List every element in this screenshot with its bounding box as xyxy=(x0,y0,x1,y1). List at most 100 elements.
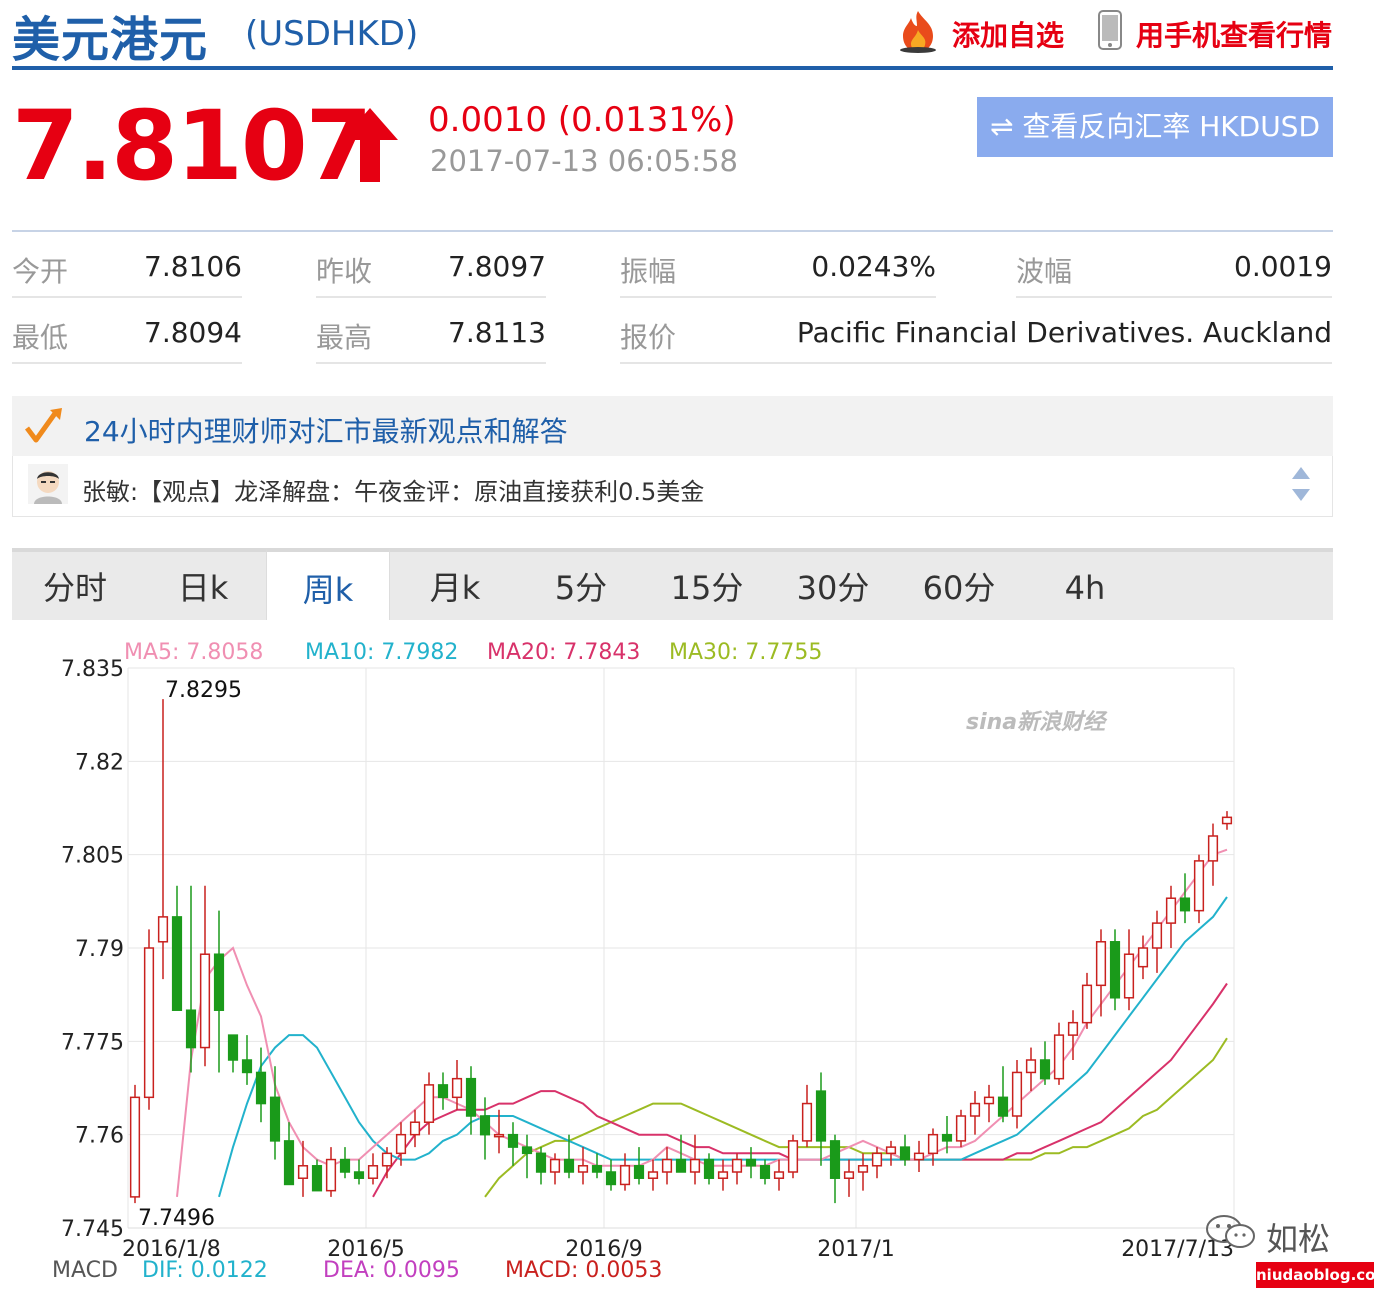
candle-up xyxy=(409,1121,421,1136)
candle-up xyxy=(927,1133,939,1155)
y-tick-label: 7.745 xyxy=(61,1217,124,1242)
candle-down xyxy=(997,1096,1009,1117)
max-annotation: 7.8295 xyxy=(165,678,242,703)
candle-up xyxy=(1137,947,1149,968)
candle-up xyxy=(1081,984,1093,1024)
candle-down xyxy=(815,1090,827,1142)
candle-up xyxy=(871,1152,883,1167)
candle-up xyxy=(619,1165,631,1186)
candle-up xyxy=(1221,816,1233,825)
y-tick-label: 7.835 xyxy=(61,657,124,682)
min-annotation: 7.7496 xyxy=(138,1206,215,1231)
y-tick-label: 7.775 xyxy=(61,1030,124,1055)
candle-down xyxy=(535,1152,547,1173)
candle-down xyxy=(465,1077,477,1117)
candle-up xyxy=(1123,953,1135,999)
candle-down xyxy=(437,1084,449,1099)
candle-up xyxy=(199,953,211,1049)
x-tick-label: 2017/1 xyxy=(817,1237,894,1262)
candle-down xyxy=(227,1034,239,1061)
candle-up xyxy=(689,1158,701,1173)
macd-value-legend: MACD: 0.0053 xyxy=(505,1258,663,1283)
candle-up xyxy=(885,1146,897,1155)
y-tick-label: 7.82 xyxy=(75,750,124,775)
candle-down xyxy=(633,1165,645,1179)
candle-up xyxy=(367,1165,379,1179)
candle-down xyxy=(759,1165,771,1179)
candle-down xyxy=(171,916,183,1011)
y-tick-label: 7.76 xyxy=(75,1124,124,1149)
candle-up xyxy=(731,1158,743,1173)
candle-up xyxy=(1151,922,1163,949)
candle-up xyxy=(843,1171,855,1179)
candle-up xyxy=(1207,835,1219,862)
macd-label: MACD xyxy=(52,1258,118,1283)
dif-legend: DIF: 0.0122 xyxy=(142,1258,268,1283)
candle-up xyxy=(325,1158,337,1192)
candle-up xyxy=(1067,1021,1079,1036)
wechat-account-name: 如松 xyxy=(1266,1220,1331,1258)
ma20-line xyxy=(372,982,1228,1198)
y-tick-label: 7.79 xyxy=(75,937,124,962)
candle-down xyxy=(521,1146,533,1155)
candle-down xyxy=(353,1171,365,1179)
candle-down xyxy=(1179,897,1191,912)
candle-up xyxy=(1193,860,1205,912)
candle-down xyxy=(941,1133,953,1142)
candle-up xyxy=(773,1171,785,1179)
candle-up xyxy=(493,1133,505,1138)
candle-down xyxy=(269,1096,281,1142)
candle-up xyxy=(955,1115,967,1142)
candle-down xyxy=(213,953,225,1011)
candle-down xyxy=(675,1158,687,1173)
candle-down xyxy=(563,1158,575,1173)
candle-up xyxy=(451,1077,463,1099)
candle-down xyxy=(829,1140,841,1179)
candle-up xyxy=(297,1165,309,1179)
candle-up xyxy=(913,1152,925,1161)
candle-up xyxy=(787,1140,799,1173)
candle-down xyxy=(339,1158,351,1173)
candle-up xyxy=(395,1133,407,1155)
candle-down xyxy=(507,1133,519,1148)
wechat-icon xyxy=(1206,1215,1255,1248)
candle-up xyxy=(969,1102,981,1117)
candle-down xyxy=(241,1059,253,1074)
candle-up xyxy=(983,1096,995,1105)
candle-down xyxy=(479,1115,491,1136)
candle-up xyxy=(661,1158,673,1173)
candlestick-chart[interactable]: 7.8357.827.8057.797.7757.767.7452016/1/8… xyxy=(0,0,1379,1292)
y-tick-label: 7.805 xyxy=(61,844,124,869)
candle-down xyxy=(605,1171,617,1186)
candle-up xyxy=(717,1171,729,1179)
candle-down xyxy=(899,1146,911,1161)
candle-up xyxy=(1011,1071,1023,1117)
candle-down xyxy=(283,1140,295,1186)
candle-up xyxy=(157,916,169,943)
candle-down xyxy=(703,1158,715,1179)
candle-up xyxy=(549,1158,561,1173)
candle-down xyxy=(1109,941,1121,999)
dea-legend: DEA: 0.0095 xyxy=(323,1258,460,1283)
candle-down xyxy=(745,1158,757,1167)
candle-up xyxy=(857,1165,869,1173)
candle-up xyxy=(1165,897,1177,924)
candle-down xyxy=(311,1165,323,1192)
candle-up xyxy=(1095,941,1107,987)
candle-up xyxy=(143,947,155,1099)
sina-watermark: sina新浪财经 xyxy=(966,710,1106,735)
candle-up xyxy=(801,1102,813,1142)
candle-up xyxy=(129,1096,141,1198)
candle-up xyxy=(1025,1059,1037,1074)
candle-up xyxy=(647,1171,659,1179)
site-badge: niudaoblog.com xyxy=(1256,1262,1379,1288)
candle-down xyxy=(591,1165,603,1173)
candle-down xyxy=(255,1071,267,1105)
candle-up xyxy=(423,1084,435,1123)
candle-down xyxy=(185,1009,197,1049)
candle-down xyxy=(1039,1059,1051,1080)
candle-up xyxy=(1053,1034,1065,1080)
candle-up xyxy=(381,1152,393,1167)
ma10-line xyxy=(218,896,1228,1198)
candle-up xyxy=(577,1165,589,1173)
